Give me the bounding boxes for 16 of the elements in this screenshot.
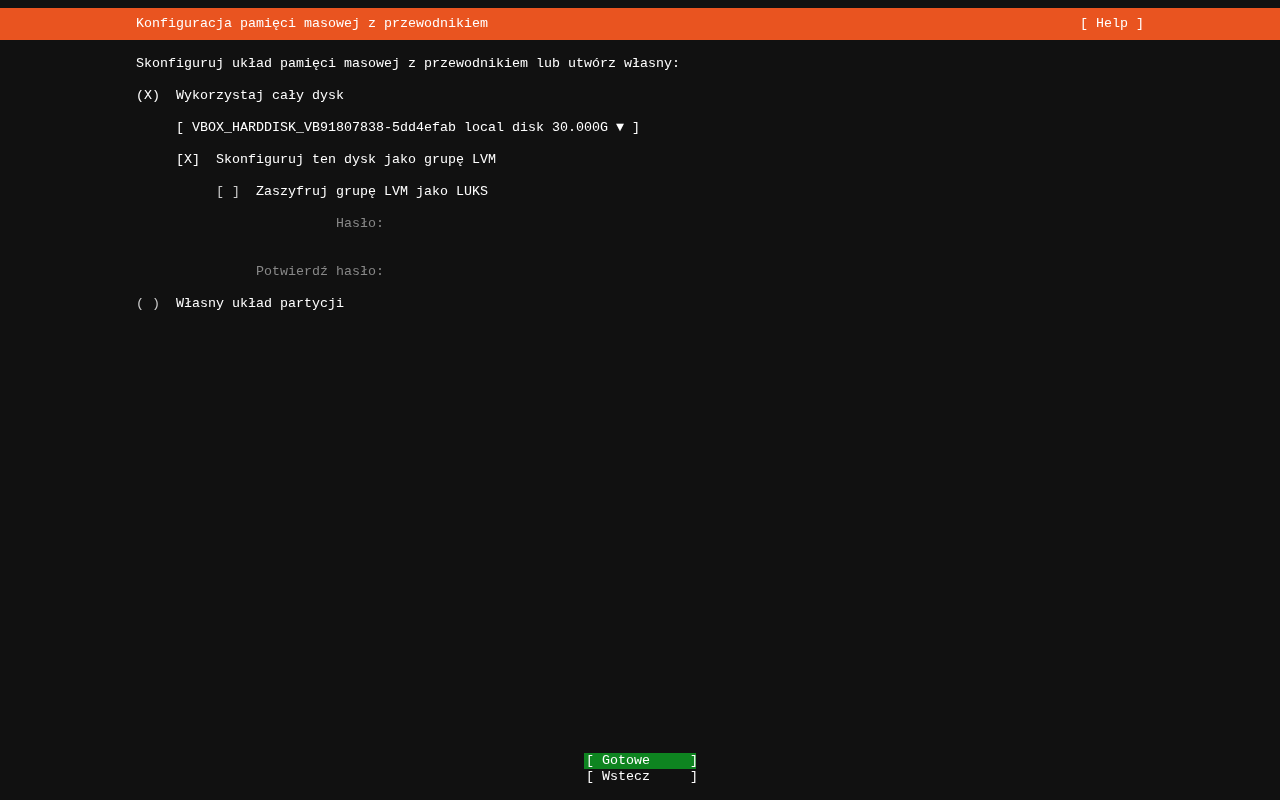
action-button[interactable]: [ Gotowe ] (584, 753, 696, 769)
field-label: Hasło: (335, 216, 384, 232)
intro-text: Skonfiguruj układ pamięci masowej z przewodnikiem lub utwórz własny: (136, 56, 680, 72)
help-button[interactable]: [ Help ] (1080, 16, 1144, 32)
checkbox-label: Zaszyfruj grupę LVM jako LUKS (256, 184, 488, 200)
checkbox-label: Skonfiguruj ten dysk jako grupę LVM (216, 152, 496, 168)
radio-button[interactable]: ( ) (136, 296, 176, 312)
field-label: Potwierdź hasło: (255, 264, 384, 280)
option-label: Wykorzystaj cały dysk (176, 88, 344, 104)
checkbox[interactable]: [X] (176, 152, 216, 168)
radio-button[interactable]: (X) (136, 88, 176, 104)
action-button[interactable]: [ Wstecz ] (584, 769, 696, 785)
screen-title: Konfiguracja pamięci masowej z przewodnikiem (136, 16, 488, 32)
option-label: Własny układ partycji (176, 296, 344, 312)
disk-dropdown[interactable]: [ VBOX_HARDDISK_VB91807838-5dd4efab local disk 30.000G ▼ ] (176, 120, 640, 136)
checkbox[interactable]: [ ] (216, 184, 256, 200)
